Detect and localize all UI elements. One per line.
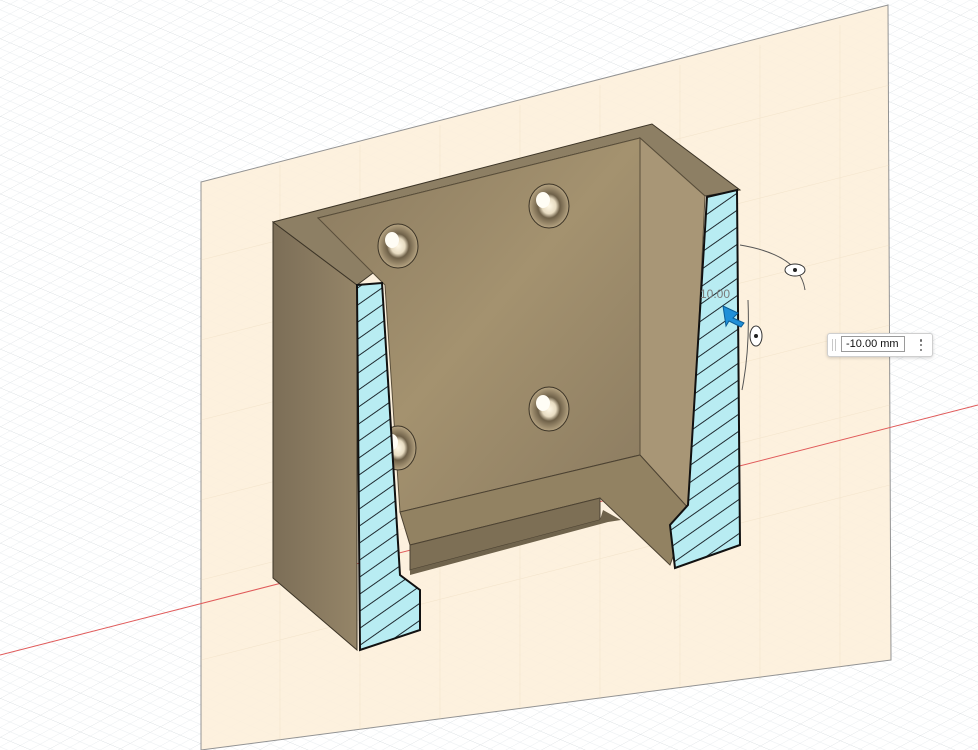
mounting-hole[interactable] <box>528 386 570 432</box>
mounting-hole[interactable] <box>528 183 570 229</box>
ghost-dimension-label: 10.00 <box>700 287 731 301</box>
rotate-handle-icon[interactable] <box>749 325 763 347</box>
bracket-left-outer-wall <box>272 221 358 652</box>
more-options-icon[interactable] <box>914 337 928 353</box>
grip-handle-icon[interactable] <box>832 339 836 351</box>
mounting-hole[interactable] <box>377 223 419 269</box>
3d-viewport[interactable]: 10.00 <box>0 0 978 750</box>
distance-input[interactable] <box>841 336 905 352</box>
rotate-handle-icon[interactable] <box>784 263 806 277</box>
dimension-input-box <box>827 333 933 357</box>
